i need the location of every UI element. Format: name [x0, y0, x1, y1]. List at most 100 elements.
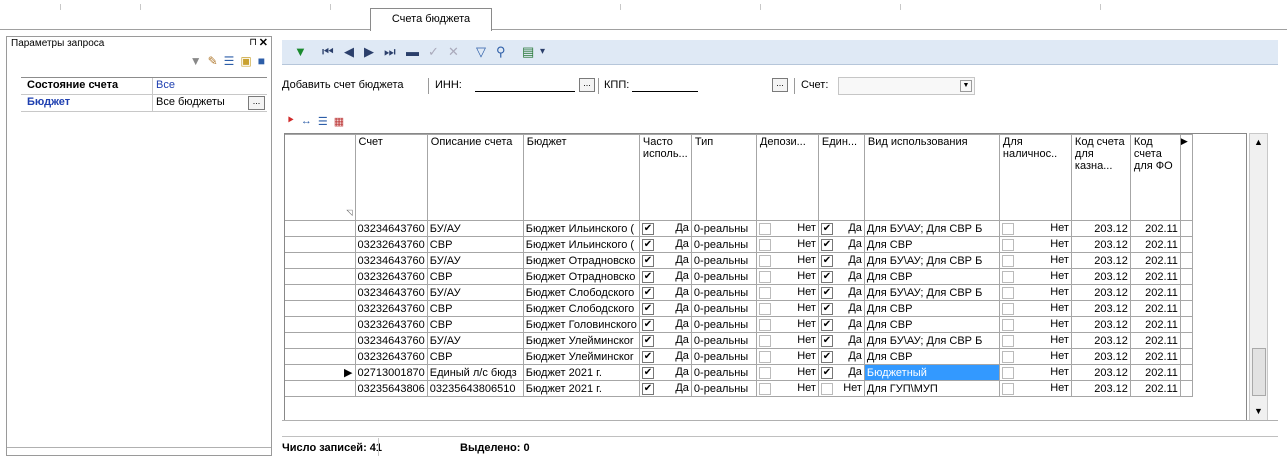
- cell-uni[interactable]: ✔ Да: [817, 252, 865, 269]
- checkbox[interactable]: [1001, 334, 1014, 347]
- cell-often[interactable]: ✔ Да: [638, 316, 692, 333]
- cell-type[interactable]: 0-реальны: [690, 268, 757, 285]
- cell-kod2[interactable]: 202.11: [1129, 236, 1181, 253]
- checkbox[interactable]: [758, 254, 771, 267]
- table-row[interactable]: 03234643760 БУ/АУ Бюджет Слободского ✔ Да 0-р…: [285, 284, 1193, 301]
- cell-budget[interactable]: Бюджет Ильинского (: [522, 236, 640, 253]
- checkbox[interactable]: [820, 382, 833, 395]
- cell-kod2[interactable]: 202.11: [1129, 268, 1181, 285]
- cell-kod2[interactable]: 202.11: [1129, 316, 1181, 333]
- cell-cash[interactable]: Нет: [998, 348, 1072, 365]
- checkbox[interactable]: ✔: [641, 350, 654, 363]
- column-chooser-icon[interactable]: ▦: [334, 115, 344, 128]
- checkbox[interactable]: ✔: [820, 334, 833, 347]
- cell-uni[interactable]: ✔ Да: [817, 284, 865, 301]
- checkbox[interactable]: [758, 350, 771, 363]
- cell-desc[interactable]: СВР: [426, 236, 524, 253]
- checkbox[interactable]: ✔: [641, 318, 654, 331]
- cell-vid[interactable]: Для БУ\АУ; Для СВР Б: [863, 220, 1000, 237]
- cell-kod1[interactable]: 203.12: [1070, 236, 1131, 253]
- cell-often[interactable]: ✔ Да: [638, 332, 692, 349]
- table-row[interactable]: 03232643760 СВР Бюджет Улейминскоr ✔ Да 0-реа…: [285, 348, 1193, 365]
- checkbox[interactable]: [758, 366, 771, 379]
- save-icon[interactable]: ■: [258, 54, 265, 68]
- cell-often[interactable]: ✔ Да: [638, 300, 692, 317]
- folder-icon[interactable]: ▣: [240, 54, 251, 68]
- cell-desc[interactable]: Единый л/с бюдз: [426, 364, 524, 381]
- table-row[interactable]: ▶ 02713001870 Единый л/с бюдз Бюджет 2021 г…: [285, 364, 1193, 381]
- kpp-ellipsis-button[interactable]: ...: [772, 78, 788, 92]
- cell-kod1[interactable]: 203.12: [1070, 220, 1131, 237]
- cell-vid[interactable]: Для БУ\АУ; Для СВР Б: [863, 332, 1000, 349]
- cell-kod2[interactable]: 202.11: [1129, 300, 1181, 317]
- column-header[interactable]: Код счета для ФО: [1129, 134, 1181, 221]
- cell-kod2[interactable]: 202.11: [1129, 364, 1181, 381]
- checkbox[interactable]: ✔: [641, 382, 654, 395]
- checkbox[interactable]: [1001, 238, 1014, 251]
- cell-type[interactable]: 0-реальны: [690, 364, 757, 381]
- cell-budget[interactable]: Бюджет Улейминскоr: [522, 332, 640, 349]
- broom-icon[interactable]: ✎: [208, 54, 218, 68]
- table-row[interactable]: 03234643760 БУ/АУ Бюджет Улейминскоr ✔ Да 0-р…: [285, 332, 1193, 349]
- checkbox[interactable]: ✔: [820, 302, 833, 315]
- cell-vid[interactable]: Для СВР: [863, 236, 1000, 253]
- kpp-field[interactable]: [632, 79, 698, 92]
- cell-depo[interactable]: Нет: [755, 220, 819, 237]
- swap-icon[interactable]: ↔: [301, 115, 312, 128]
- cell-vid[interactable]: Для СВР: [863, 316, 1000, 333]
- add-budget-account-link[interactable]: Добавить счет бюджета: [282, 79, 404, 91]
- param-row-account-state[interactable]: Состояние счета Все: [21, 78, 267, 95]
- param-value[interactable]: Все: [153, 78, 267, 94]
- cell-kod2[interactable]: 202.11: [1129, 332, 1181, 349]
- cell-often[interactable]: ✔ Да: [638, 348, 692, 365]
- param-row-budget[interactable]: Бюджет Все бюджеты...: [21, 95, 267, 112]
- cell-depo[interactable]: Нет: [755, 316, 819, 333]
- cell-budget[interactable]: Бюджет Улейминскоr: [522, 348, 640, 365]
- inn-field[interactable]: [475, 79, 575, 92]
- cell-type[interactable]: 0-реальны: [690, 236, 757, 253]
- checkbox[interactable]: [758, 286, 771, 299]
- cell-uni[interactable]: ✔ Да: [817, 364, 865, 381]
- close-icon[interactable]: ✕: [259, 36, 268, 49]
- cell-cash[interactable]: Нет: [998, 364, 1072, 381]
- table-row[interactable]: 03234643760 БУ/АУ Бюджет Отрадновско ✔ Да 0-р…: [285, 252, 1193, 269]
- cell-budget[interactable]: Бюджет Слободского: [522, 300, 640, 317]
- cell-often[interactable]: ✔ Да: [638, 268, 692, 285]
- pin-icon[interactable]: ⊓: [249, 37, 257, 48]
- cell-type[interactable]: 0-реальны: [690, 316, 757, 333]
- checkbox[interactable]: ✔: [641, 366, 654, 379]
- cell-cash[interactable]: Нет: [998, 252, 1072, 269]
- cell-desc[interactable]: СВР: [426, 300, 524, 317]
- table-row[interactable]: 03232643760 СВР Бюджет Головинского ✔ Да 0-ре…: [285, 316, 1193, 333]
- cell-often[interactable]: ✔ Да: [638, 252, 692, 269]
- next-record-icon[interactable]: ▶: [364, 43, 374, 61]
- cell-often[interactable]: ✔ Да: [638, 364, 692, 381]
- cell-vid[interactable]: Для СВР: [863, 348, 1000, 365]
- scroll-down-icon[interactable]: ▼: [1254, 406, 1263, 416]
- export-icon[interactable]: ▤: [522, 43, 534, 61]
- vertical-scrollbar[interactable]: ▲ ▼: [1249, 133, 1268, 421]
- cell-depo[interactable]: Нет: [755, 364, 819, 381]
- cell-acct[interactable]: 03232643760: [354, 268, 428, 285]
- column-header[interactable]: Часто исполь...: [638, 134, 692, 221]
- checkbox[interactable]: [758, 270, 771, 283]
- cell-cash[interactable]: Нет: [998, 220, 1072, 237]
- cell-budget[interactable]: Бюджет Ильинского (: [522, 220, 640, 237]
- cell-kod1[interactable]: 203.12: [1070, 268, 1131, 285]
- table-row[interactable]: 03235643806 03235643806510 Бюджет 2021 г. ✔…: [285, 380, 1193, 397]
- cell-depo[interactable]: Нет: [755, 268, 819, 285]
- cell-kod2[interactable]: 202.11: [1129, 252, 1181, 269]
- cell-cash[interactable]: Нет: [998, 332, 1072, 349]
- param-value[interactable]: Все бюджеты...: [153, 95, 267, 111]
- cell-type[interactable]: 0-реальны: [690, 332, 757, 349]
- cell-cash[interactable]: Нет: [998, 380, 1072, 397]
- cell-depo[interactable]: Нет: [755, 284, 819, 301]
- checkbox[interactable]: ✔: [820, 366, 833, 379]
- cell-cash[interactable]: Нет: [998, 268, 1072, 285]
- checkbox[interactable]: ✔: [820, 222, 833, 235]
- cell-budget[interactable]: Бюджет Слободского: [522, 284, 640, 301]
- checkbox[interactable]: [1001, 350, 1014, 363]
- cell-kod1[interactable]: 203.12: [1070, 252, 1131, 269]
- cell-vid[interactable]: Для СВР: [863, 300, 1000, 317]
- cell-type[interactable]: 0-реальны: [690, 348, 757, 365]
